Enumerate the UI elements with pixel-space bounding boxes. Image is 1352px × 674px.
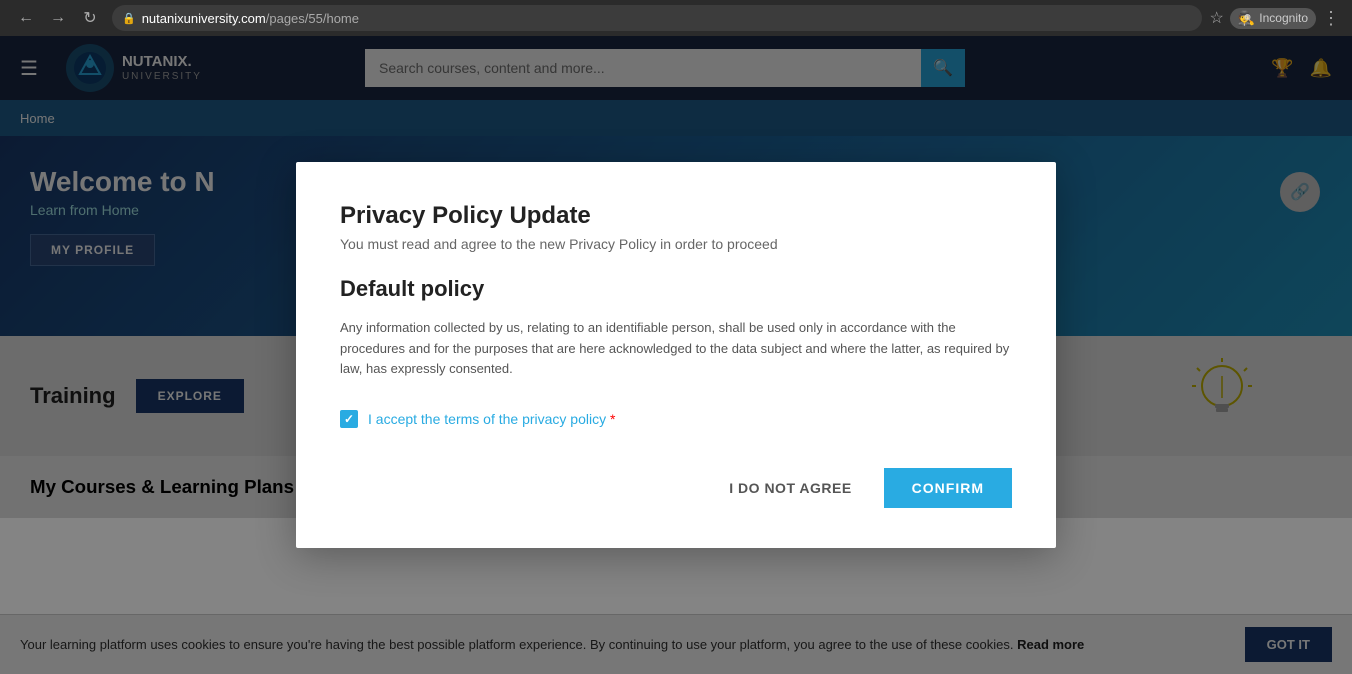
accept-terms-label[interactable]: I accept the terms of the privacy policy… bbox=[368, 411, 615, 427]
accept-terms-checkbox[interactable] bbox=[340, 410, 358, 428]
lock-icon: 🔒 bbox=[122, 12, 136, 25]
star-icon[interactable]: ☆ bbox=[1210, 8, 1224, 28]
modal-overlay: Privacy Policy Update You must read and … bbox=[0, 36, 1352, 674]
refresh-button[interactable]: ↻ bbox=[76, 4, 104, 32]
do-not-agree-button[interactable]: I DO NOT AGREE bbox=[713, 470, 867, 506]
modal-body-text: Any information collected by us, relatin… bbox=[340, 318, 1012, 380]
browser-actions: ☆ 🕵 Incognito ⋮ bbox=[1210, 8, 1340, 29]
privacy-policy-modal: Privacy Policy Update You must read and … bbox=[296, 162, 1056, 548]
menu-icon[interactable]: ⋮ bbox=[1322, 8, 1340, 29]
back-button[interactable]: ← bbox=[12, 4, 40, 32]
url-text: nutanixuniversity.com/pages/55/home bbox=[142, 11, 359, 26]
modal-title: Privacy Policy Update bbox=[340, 202, 1012, 230]
incognito-badge: 🕵 Incognito bbox=[1230, 8, 1316, 29]
modal-section-title: Default policy bbox=[340, 276, 1012, 302]
confirm-button[interactable]: CONFIRM bbox=[884, 468, 1012, 508]
modal-actions: I DO NOT AGREE CONFIRM bbox=[340, 468, 1012, 508]
forward-button[interactable]: → bbox=[44, 4, 72, 32]
browser-nav-buttons: ← → ↻ bbox=[12, 4, 104, 32]
browser-chrome: ← → ↻ 🔒 nutanixuniversity.com/pages/55/h… bbox=[0, 0, 1352, 36]
accept-terms-row: I accept the terms of the privacy policy… bbox=[340, 410, 1012, 428]
address-bar[interactable]: 🔒 nutanixuniversity.com/pages/55/home bbox=[112, 5, 1202, 31]
modal-subtitle: You must read and agree to the new Priva… bbox=[340, 236, 1012, 252]
